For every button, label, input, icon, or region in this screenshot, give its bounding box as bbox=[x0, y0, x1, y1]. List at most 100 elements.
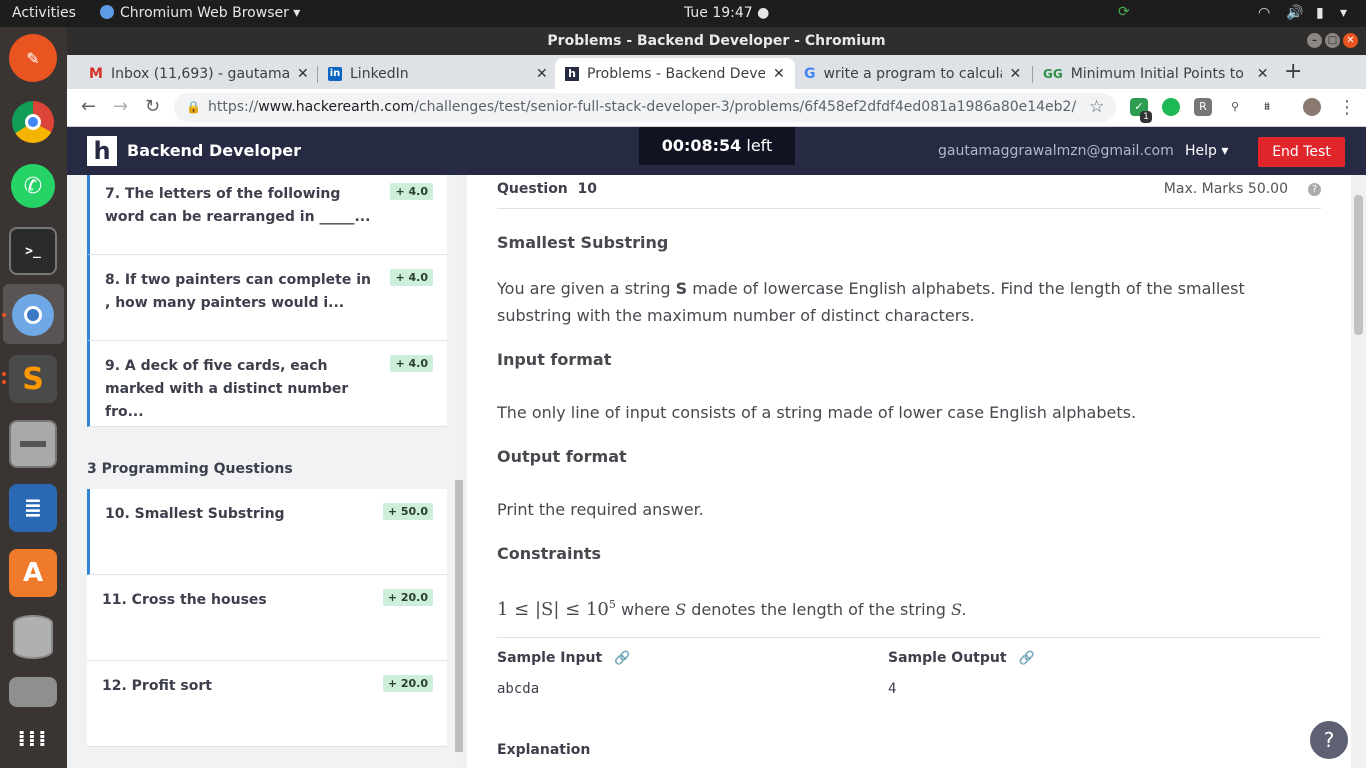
bookmark-star-icon[interactable]: ☆ bbox=[1089, 97, 1104, 117]
constraint-exponent: 5 bbox=[608, 598, 616, 611]
help-question-icon[interactable]: ? bbox=[1308, 719, 1350, 761]
question-item-label: 11. Cross the houses bbox=[102, 592, 267, 608]
hackerearth-icon: h bbox=[565, 66, 579, 81]
running-indicator bbox=[2, 380, 6, 384]
main-scroll-thumb[interactable] bbox=[1354, 195, 1363, 335]
running-indicator bbox=[2, 372, 6, 376]
chat-extension-icon[interactable] bbox=[1162, 98, 1180, 116]
activities-button[interactable]: Activities bbox=[12, 5, 76, 21]
database-icon[interactable] bbox=[9, 613, 57, 661]
maximize-icon[interactable]: □ bbox=[1325, 33, 1340, 48]
tab-linkedin[interactable]: in LinkedIn ✕ bbox=[318, 58, 558, 89]
question-list-sidebar: 7. The letters of the following word can… bbox=[67, 175, 467, 768]
system-menu-chevron-icon[interactable]: ▾ bbox=[1340, 5, 1347, 21]
file-cabinet-icon[interactable] bbox=[9, 420, 57, 468]
sample-input-heading: Sample Input 🔗 bbox=[497, 650, 630, 666]
reload-icon[interactable]: ↻ bbox=[145, 96, 160, 117]
marks-badge: + 4.0 bbox=[390, 355, 433, 372]
question-item-8[interactable]: 8. If two painters can complete in , how… bbox=[87, 255, 447, 341]
output-format-heading: Output format bbox=[497, 447, 627, 466]
problem-statement: You are given a string S made of lowerca… bbox=[497, 275, 1321, 329]
forward-arrow-icon[interactable]: → bbox=[113, 96, 128, 117]
new-tab-button[interactable]: + bbox=[1284, 59, 1302, 84]
help-dropdown[interactable]: Help ▾ bbox=[1185, 143, 1228, 159]
whatsapp-icon[interactable]: ✆ bbox=[9, 162, 57, 210]
tab-strip: M Inbox (11,693) - gautamag ✕ in LinkedI… bbox=[67, 55, 1366, 89]
question-item-11[interactable]: 11. Cross the houses + 20.0 bbox=[87, 575, 447, 661]
hackerearth-logo[interactable]: h bbox=[87, 136, 117, 166]
main-scrollbar[interactable] bbox=[1351, 175, 1366, 768]
close-tab-icon[interactable]: ✕ bbox=[536, 66, 548, 82]
terminal-icon[interactable]: >_ bbox=[9, 227, 57, 275]
postman-icon[interactable]: ✎ bbox=[9, 34, 57, 82]
tab-geeksforgeeks[interactable]: GG Minimum Initial Points to ✕ bbox=[1033, 58, 1278, 89]
lock-icon: 🔒 bbox=[186, 100, 201, 114]
window-title: Problems - Backend Developer - Chromium bbox=[547, 33, 886, 49]
explanation-heading: Explanation bbox=[497, 742, 591, 758]
close-tab-icon[interactable]: ✕ bbox=[773, 66, 785, 82]
constraint-part: where bbox=[615, 600, 676, 619]
libreoffice-writer-icon[interactable]: ≣ bbox=[9, 484, 57, 532]
close-tab-icon[interactable]: ✕ bbox=[1010, 66, 1022, 82]
browser-toolbar: ← → ↻ 🔒 https://www.hackerearth.com/chal… bbox=[67, 89, 1366, 127]
link-icon[interactable]: 🔗 bbox=[614, 651, 630, 666]
sidebar-scrollbar[interactable] bbox=[454, 175, 464, 768]
gnome-top-bar: Activities Chromium Web Browser ▾ Tue 19… bbox=[0, 0, 1366, 27]
marks-badge: + 20.0 bbox=[382, 675, 433, 692]
problem-panel: Question 10 Max. Marks 50.00? Smallest S… bbox=[497, 175, 1321, 768]
battery-icon[interactable]: ▮ bbox=[1316, 5, 1324, 21]
link-icon[interactable]: 🔗 bbox=[1019, 651, 1035, 666]
wifi-icon[interactable]: ◠ bbox=[1258, 5, 1270, 21]
show-applications-icon[interactable]: ⁞⁞⁞ bbox=[9, 715, 57, 763]
sublime-text-icon[interactable]: S bbox=[9, 355, 57, 403]
marks-badge: + 4.0 bbox=[390, 183, 433, 200]
problem-title: Smallest Substring bbox=[497, 233, 669, 252]
input-format-text: The only line of input consists of a str… bbox=[497, 403, 1137, 422]
chromium-icon[interactable] bbox=[9, 291, 57, 339]
files-icon[interactable] bbox=[9, 677, 57, 707]
running-indicator bbox=[2, 313, 6, 317]
sync-icon[interactable]: ⟳ bbox=[1118, 4, 1130, 20]
question-number: Question 10 bbox=[497, 181, 597, 197]
sample-input-label: Sample Input bbox=[497, 650, 603, 666]
close-tab-icon[interactable]: ✕ bbox=[1257, 66, 1269, 82]
profile-avatar[interactable] bbox=[1303, 98, 1321, 116]
question-item-12[interactable]: 12. Profit sort + 20.0 bbox=[87, 661, 447, 747]
input-format-heading: Input format bbox=[497, 350, 612, 369]
tab-title: Minimum Initial Points to bbox=[1070, 65, 1244, 82]
marks-badge: + 50.0 bbox=[382, 503, 433, 520]
menu-kebab-icon[interactable]: ⋮ bbox=[1338, 97, 1356, 118]
cast-extension-icon[interactable]: ⩩ bbox=[1258, 98, 1276, 116]
url-path: /challenges/test/senior-full-stack-devel… bbox=[414, 99, 1077, 115]
address-bar[interactable]: 🔒 https://www.hackerearth.com/challenges… bbox=[174, 93, 1116, 122]
sidebar-scroll-thumb[interactable] bbox=[455, 480, 463, 752]
question-item-9[interactable]: 9. A deck of five cards, each marked wit… bbox=[87, 341, 447, 427]
end-test-button[interactable]: End Test bbox=[1258, 137, 1345, 167]
app-menu[interactable]: Chromium Web Browser ▾ bbox=[100, 5, 300, 21]
user-email: gautamaggrawalmzn@gmail.com bbox=[938, 143, 1174, 159]
question-item-7[interactable]: 7. The letters of the following word can… bbox=[87, 175, 447, 255]
divider bbox=[497, 637, 1321, 638]
location-pin-icon[interactable]: ⚲ bbox=[1226, 98, 1244, 116]
help-circle-icon[interactable]: ? bbox=[1308, 183, 1321, 196]
question-item-10[interactable]: 10. Smallest Substring + 50.0 bbox=[87, 489, 447, 575]
tab-hackerearth[interactable]: h Problems - Backend Devel ✕ bbox=[555, 58, 795, 89]
minimize-icon[interactable]: – bbox=[1307, 33, 1322, 48]
tab-gmail[interactable]: M Inbox (11,693) - gautamag ✕ bbox=[79, 58, 319, 89]
question-item-label: 10. Smallest Substring bbox=[105, 506, 285, 522]
google-icon: G bbox=[804, 65, 816, 82]
close-window-icon[interactable]: ✕ bbox=[1343, 33, 1358, 48]
max-marks: Max. Marks 50.00? bbox=[1164, 181, 1321, 197]
constraints-text: 1 ≤ |S| ≤ 105 where S denotes the length… bbox=[497, 591, 967, 623]
r-extension-icon[interactable]: R bbox=[1194, 98, 1212, 116]
chrome-icon[interactable] bbox=[9, 98, 57, 146]
volume-icon[interactable]: 🔊 bbox=[1286, 5, 1303, 21]
back-arrow-icon[interactable]: ← bbox=[81, 96, 96, 117]
software-center-icon[interactable]: A bbox=[9, 549, 57, 597]
close-tab-icon[interactable]: ✕ bbox=[297, 66, 309, 82]
tab-title: write a program to calcula bbox=[823, 65, 1002, 82]
app-menu-label: Chromium Web Browser ▾ bbox=[120, 5, 301, 21]
tab-google-search[interactable]: G write a program to calcula ✕ bbox=[794, 58, 1031, 89]
clock[interactable]: Tue 19:47 ● bbox=[684, 5, 769, 21]
constraint-math-base: 1 ≤ |S| ≤ 10 bbox=[497, 599, 609, 620]
